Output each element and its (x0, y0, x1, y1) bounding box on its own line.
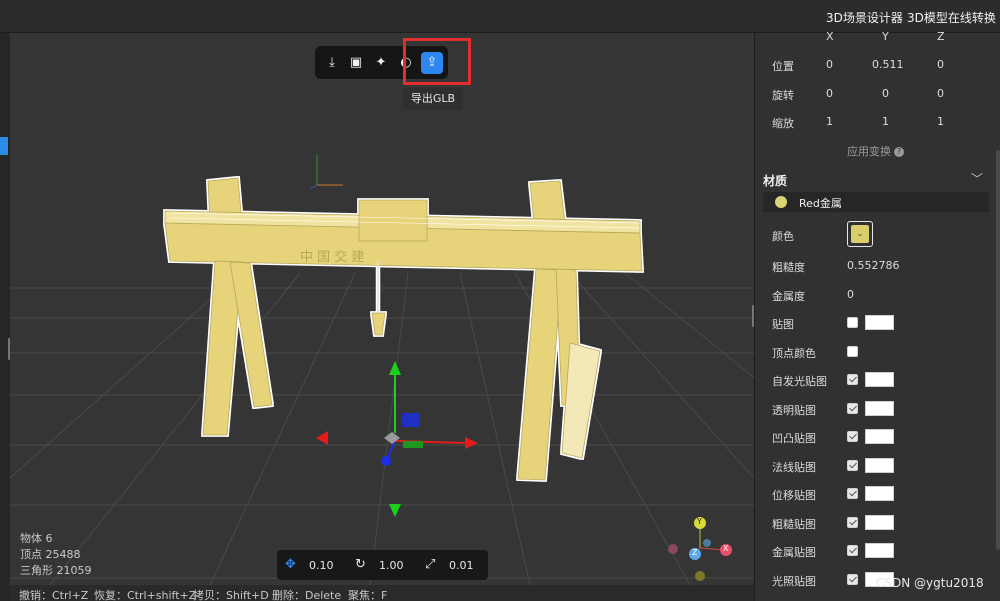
metalness-label: 金属度 (772, 290, 805, 303)
normal-map-label: 法线贴图 (772, 461, 816, 474)
scene-canvas: 中 国 交 建 (10, 155, 754, 585)
active-indicator[interactable] (0, 137, 8, 155)
rotation-y-value[interactable]: 0 (882, 87, 889, 100)
roughness-map-slot[interactable] (865, 515, 894, 530)
shortcut-hints: 撤销：Ctrl+Z 恢复：Ctrl+shift+Z 拷贝：Shift+D 删除：… (10, 585, 754, 601)
help-icon[interactable]: ? (894, 147, 904, 157)
map-checkbox[interactable] (847, 317, 858, 328)
apply-transform-label: 应用变换 (847, 145, 891, 158)
redo-hint: 恢复：Ctrl+shift+Z (94, 589, 197, 601)
emissive-map-checkbox[interactable] (847, 374, 858, 385)
roughness-label: 粗糙度 (772, 261, 805, 274)
color-picker[interactable]: ⌄ (847, 221, 873, 247)
emissive-map-label: 自发光贴图 (772, 375, 827, 388)
vertex-colors-checkbox[interactable] (847, 346, 858, 357)
emissive-map-slot[interactable] (865, 372, 894, 387)
undo-hint: 撤销：Ctrl+Z (19, 589, 89, 601)
export-tooltip: 导出GLB (403, 88, 463, 110)
light-map-label: 光照贴图 (772, 575, 816, 588)
alpha-map-checkbox[interactable] (847, 403, 858, 414)
3d-viewport[interactable]: 中 国 交 建 Y X Z (10, 33, 754, 585)
watermark: CSDN @ygtu2018 (876, 576, 984, 590)
metalness-map-checkbox[interactable] (847, 545, 858, 556)
alpha-map-label: 透明贴图 (772, 404, 816, 417)
position-label: 位置 (772, 60, 794, 73)
import-icon[interactable]: ⤓ (321, 52, 343, 74)
metalness-map-label: 金属贴图 (772, 546, 816, 559)
scene-designer-link[interactable]: 3D场景设计器 (826, 9, 903, 26)
apply-transform-button[interactable]: 应用变换? (847, 143, 904, 159)
transform-gizmo (316, 361, 478, 517)
export-highlight-box (403, 38, 471, 85)
roughness-map-label: 粗糙贴图 (772, 518, 816, 531)
transform-step-bar: ✥ 0.10 ↻ 1.00 ⤢ 0.01 (277, 550, 488, 580)
panel-scrollbar[interactable] (996, 150, 1000, 550)
metalness-map-slot[interactable] (865, 543, 894, 558)
alpha-map-slot[interactable] (865, 401, 894, 416)
focus-hint: 聚焦：F (348, 589, 388, 601)
gizmo-x-label[interactable]: X (723, 544, 728, 553)
normal-map-checkbox[interactable] (847, 460, 858, 471)
color-label: 颜色 (772, 230, 794, 243)
scale-label: 缩放 (772, 117, 794, 130)
svg-text:中 国 交 建: 中 国 交 建 (300, 249, 364, 265)
rotate-step-icon[interactable]: ↻ (355, 557, 366, 572)
rotation-x-value[interactable]: 0 (826, 87, 833, 100)
metalness-value[interactable]: 0 (847, 288, 854, 301)
rotate-step-value[interactable]: 1.00 (379, 559, 404, 572)
scale-z-value[interactable]: 1 (937, 115, 944, 128)
light-icon[interactable]: ✦ (370, 52, 392, 74)
move-icon[interactable]: ✥ (285, 557, 296, 572)
roughness-value[interactable]: 0.552786 (847, 259, 900, 272)
roughness-map-checkbox[interactable] (847, 517, 858, 528)
scale-x-value[interactable]: 1 (826, 115, 833, 128)
axis-y-header: Y (882, 30, 889, 43)
axis-x-header: X (826, 30, 834, 43)
chevron-down-icon: ⌄ (851, 225, 869, 243)
scale-icon[interactable]: ⤢ (425, 557, 435, 572)
position-y-value[interactable]: 0.511 (872, 58, 904, 71)
bump-map-checkbox[interactable] (847, 431, 858, 442)
model-converter-link[interactable]: 3D模型在线转换 (907, 9, 996, 26)
copy-hint: 拷贝：Shift+D (193, 589, 269, 601)
chevron-down-icon[interactable]: ﹀ (971, 170, 983, 187)
bump-map-slot[interactable] (865, 429, 894, 444)
object-count: 物体 6 (20, 532, 53, 545)
displacement-map-slot[interactable] (865, 486, 894, 501)
material-name: Red金属 (799, 197, 842, 210)
vertex-colors-label: 顶点颜色 (772, 347, 816, 360)
light-map-checkbox[interactable] (847, 574, 858, 585)
screenshot-icon[interactable]: ▣ (345, 52, 367, 74)
rotation-label: 旋转 (772, 89, 794, 102)
material-selector[interactable]: Red金属 (763, 192, 989, 212)
position-x-value[interactable]: 0 (826, 58, 833, 71)
vertex-count: 顶点 25488 (20, 548, 81, 561)
scene-stats: 物体 6 顶点 25488 三角形 21059 (20, 531, 92, 579)
gizmo-z-label[interactable]: Z (692, 548, 697, 557)
position-z-value[interactable]: 0 (937, 58, 944, 71)
rotation-z-value[interactable]: 0 (937, 87, 944, 100)
displacement-map-checkbox[interactable] (847, 488, 858, 499)
delete-hint: 删除：Delete (272, 589, 342, 601)
scale-step-value[interactable]: 0.01 (449, 559, 474, 572)
normal-map-slot[interactable] (865, 458, 894, 473)
axis-z-header: Z (937, 30, 945, 43)
top-bar: 3D场景设计器 3D模型在线转换 (0, 0, 1000, 33)
triangle-count: 三角形 21059 (20, 564, 92, 577)
material-section-title: 材质 (763, 174, 788, 188)
move-step-value[interactable]: 0.10 (309, 559, 334, 572)
map-label: 贴图 (772, 318, 794, 331)
left-sidebar-collapsed (0, 33, 11, 601)
bump-map-label: 凹凸贴图 (772, 432, 816, 445)
gantry-crane-model (164, 177, 643, 481)
map-texture-slot[interactable] (865, 315, 894, 330)
displacement-map-label: 位移贴图 (772, 489, 816, 502)
material-color-dot (775, 196, 787, 208)
scale-y-value[interactable]: 1 (882, 115, 889, 128)
gizmo-y-label[interactable]: Y (697, 517, 702, 526)
